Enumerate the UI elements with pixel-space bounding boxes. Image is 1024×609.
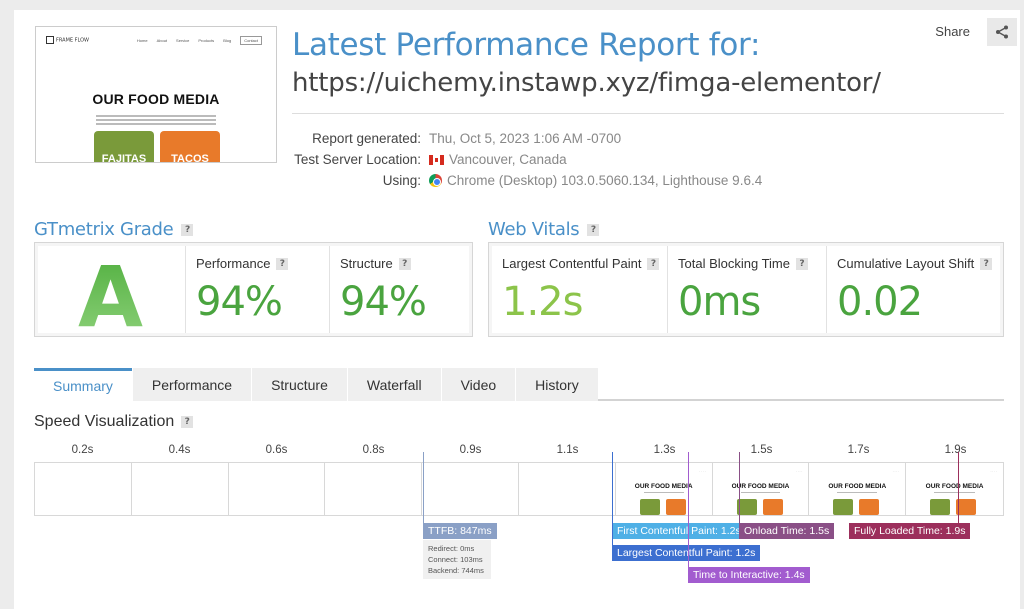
tab-history[interactable]: History <box>515 368 598 401</box>
report-url: https://uichemy.instawp.xyz/fimga-elemen… <box>292 68 881 98</box>
filmstrip-frame[interactable]: · · · · OUR FOOD MEDIA <box>809 463 907 515</box>
meta-report-generated: Report generated: Thu, Oct 5, 2023 1:06 … <box>312 131 622 146</box>
timeline-tick: 0.2s <box>71 444 94 456</box>
thumbnail-logo: FRAME FLOW <box>46 36 89 44</box>
structure-cell: Structure? 94% <box>330 246 469 333</box>
share-label[interactable]: Share <box>935 24 970 39</box>
ttfb-details: Redirect: 0ms Connect: 103ms Backend: 74… <box>423 540 491 579</box>
help-icon[interactable]: ? <box>796 257 808 270</box>
lcp-label: Largest Contentful Paint <box>502 256 642 271</box>
tbt-value: 0ms <box>678 279 761 325</box>
frame-page-preview: · · · · OUR FOOD MEDIA <box>713 463 809 515</box>
help-icon[interactable]: ? <box>980 257 993 270</box>
tab-video[interactable]: Video <box>440 368 516 401</box>
help-icon[interactable]: ? <box>181 416 194 428</box>
web-vitals-heading: Web Vitals? <box>488 219 600 240</box>
tab-structure[interactable]: Structure <box>251 368 347 401</box>
thumbnail-hero-title: OUR FOOD MEDIA <box>92 91 220 107</box>
lcp-marker-line <box>612 452 613 545</box>
tti-marker-label[interactable]: Time to Interactive: 1.4s <box>688 567 810 583</box>
ttfb-marker-line <box>423 452 424 523</box>
help-icon[interactable]: ? <box>587 223 600 236</box>
page-screenshot-thumbnail[interactable]: FRAME FLOW Home About Service Products B… <box>35 26 277 163</box>
fully-marker-line <box>958 452 959 523</box>
gtmetrix-grade-heading: GTmetrix Grade? <box>34 219 194 240</box>
fully-marker-label[interactable]: Fully Loaded Time: 1.9s <box>849 523 971 539</box>
filmstrip: · · · · OUR FOOD MEDIA · · · · OUR FOOD MED… <box>34 462 1004 516</box>
tab-performance[interactable]: Performance <box>131 368 252 401</box>
filmstrip-frame[interactable] <box>518 463 616 515</box>
tbt-label: Total Blocking Time <box>678 256 790 271</box>
onload-marker-label[interactable]: Onload Time: 1.5s <box>739 523 835 539</box>
help-icon[interactable]: ? <box>181 223 194 236</box>
meta-using: Using: Chrome (Desktop) 103.0.5060.134, … <box>382 173 763 188</box>
help-icon[interactable]: ? <box>398 257 411 270</box>
thumbnail-nav: Home About Service Products Blog Contact <box>137 36 262 45</box>
performance-value: 94% <box>196 279 283 325</box>
report-title: Latest Performance Report for: <box>292 27 761 63</box>
timeline-ticks: 0.2s 0.4s 0.6s 0.8s 0.9s 1.1s 1.3s 1.5s 1.7s 1.9s <box>34 444 1004 460</box>
timeline-tick: 0.9s <box>459 444 482 456</box>
divider <box>292 113 1004 114</box>
help-icon[interactable]: ? <box>276 257 289 270</box>
tab-summary[interactable]: Summary <box>34 368 132 401</box>
filmstrip-frame[interactable] <box>35 463 132 515</box>
cls-cell: Cumulative Layout Shift? 0.02 <box>827 246 1000 333</box>
thumbnail-text-lines <box>96 113 216 127</box>
meta-server-location: Test Server Location: Vancouver, Canada <box>294 152 567 167</box>
filmstrip-frame[interactable]: · · · · OUR FOOD MEDIA <box>906 463 1003 515</box>
tab-waterfall[interactable]: Waterfall <box>346 368 441 401</box>
report-page: FRAME FLOW Home About Service Products B… <box>14 10 1020 609</box>
tbt-cell: Total Blocking Time? 0ms <box>668 246 827 333</box>
speed-visualization-heading: Speed Visualization? <box>34 413 194 431</box>
timeline-tick: 1.5s <box>750 444 773 456</box>
cls-label: Cumulative Layout Shift <box>837 256 975 271</box>
frame-page-preview: · · · · OUR FOOD MEDIA <box>616 463 712 515</box>
thumbnail-card-tacos: TACOS <box>160 131 220 162</box>
lcp-marker-label[interactable]: Largest Contentful Paint: 1.2s <box>612 545 761 561</box>
timeline-tick: 1.9s <box>944 444 967 456</box>
cls-value: 0.02 <box>837 279 923 325</box>
web-vitals-panel: Largest Contentful Paint? 1.2s Total Blo… <box>488 242 1004 337</box>
frame-page-preview: · · · · OUR FOOD MEDIA <box>809 463 905 515</box>
lcp-cell: Largest Contentful Paint? 1.2s <box>492 246 668 333</box>
grade-cell: A <box>38 246 186 346</box>
canada-flag-icon <box>429 154 444 165</box>
structure-label: Structure <box>340 256 393 271</box>
gtmetrix-grade-panel: A Performance? 94% Structure? 94% <box>34 242 473 346</box>
frame-page-preview: · · · · OUR FOOD MEDIA <box>906 463 1003 515</box>
timeline-tick: 1.7s <box>847 444 870 456</box>
help-icon[interactable]: ? <box>647 257 660 270</box>
thumbnail-card-fajitas: FAJITAS <box>94 131 154 162</box>
filmstrip-frame[interactable] <box>325 463 423 515</box>
filmstrip-frame[interactable]: · · · · OUR FOOD MEDIA <box>712 463 810 515</box>
timeline-tick: 0.4s <box>168 444 191 456</box>
ttfb-marker-label[interactable]: TTFB: 847ms <box>423 523 497 539</box>
filmstrip-frame[interactable] <box>228 463 326 515</box>
lcp-value: 1.2s <box>502 279 583 325</box>
performance-label: Performance <box>196 256 271 271</box>
filmstrip-frame[interactable]: · · · · OUR FOOD MEDIA <box>615 463 713 515</box>
timeline-tick: 0.8s <box>362 444 385 456</box>
filmstrip-frame[interactable] <box>422 463 519 515</box>
onload-marker-line <box>739 452 740 523</box>
performance-cell: Performance? 94% <box>186 246 330 333</box>
chrome-icon <box>429 174 442 187</box>
timeline-tick: 1.3s <box>653 444 676 456</box>
filmstrip-frame[interactable] <box>131 463 229 515</box>
share-icon <box>996 25 1008 39</box>
timeline-tick: 0.6s <box>265 444 288 456</box>
structure-value: 94% <box>340 279 427 325</box>
timeline-tick: 1.1s <box>556 444 579 456</box>
report-tabs: Summary Performance Structure Waterfall … <box>34 368 1004 401</box>
fcp-marker-label[interactable]: First Contentful Paint: 1.2s <box>612 523 746 539</box>
share-button[interactable] <box>987 18 1017 46</box>
tti-marker-line <box>688 452 689 567</box>
grade-letter: A <box>78 248 144 346</box>
